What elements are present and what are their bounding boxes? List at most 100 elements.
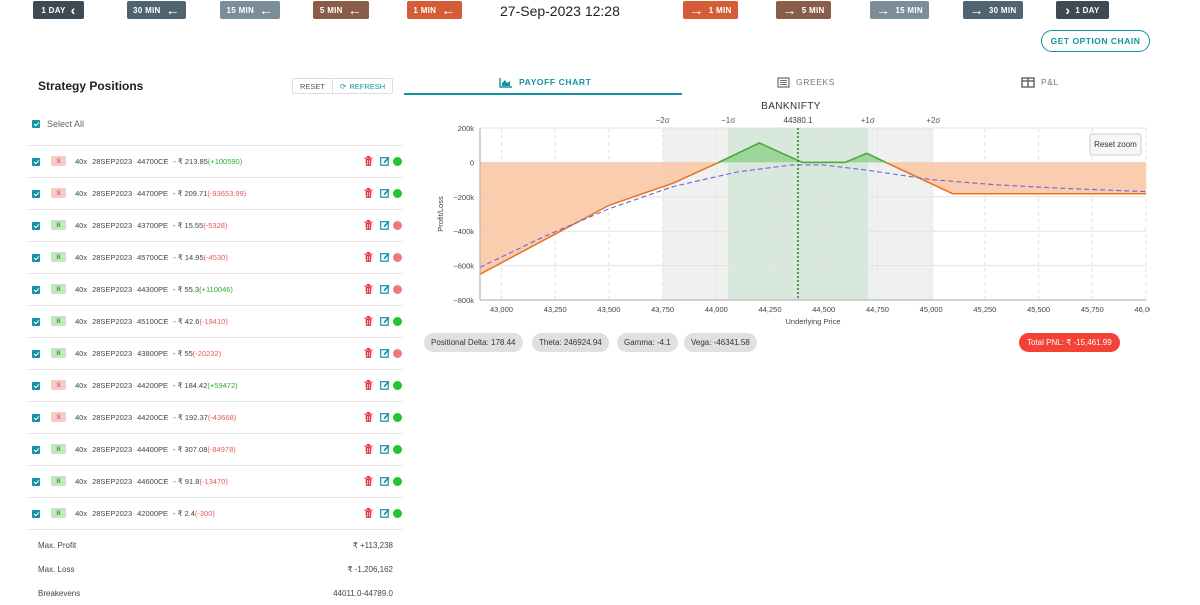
position-checkbox[interactable] (32, 158, 40, 166)
position-details: 40x 28SEP2023 44400PE - ₹ 307.08(-84978) (75, 445, 236, 454)
status-dot-icon[interactable] (393, 445, 402, 454)
position-row[interactable]: B 40x 28SEP2023 42000PE - ₹ 2.4(-300) (28, 498, 403, 530)
position-row[interactable]: B 40x 28SEP2023 45100CE - ₹ 42.6(-19410) (28, 306, 403, 338)
edit-icon[interactable] (380, 380, 390, 390)
x-tick-label: 44,500 (812, 305, 835, 314)
edit-icon[interactable] (380, 252, 390, 262)
trash-icon[interactable] (364, 444, 373, 454)
tab-label: GREEKS (796, 77, 836, 87)
position-row[interactable]: S 40x 28SEP2023 44200CE - ₹ 192.37(-43668) (28, 402, 403, 434)
forward-15-min-button[interactable]: → 15 MIN (870, 1, 929, 19)
status-dot-icon[interactable] (393, 381, 402, 390)
arrow-right-icon: → (689, 2, 704, 18)
position-checkbox[interactable] (32, 190, 40, 198)
refresh-button[interactable]: ⟳ REFRESH (332, 79, 392, 93)
back-1-day-button[interactable]: 1 DAY ‹ (33, 1, 84, 19)
arrow-right-icon: › (1065, 2, 1071, 18)
position-qty: 40x (75, 157, 88, 166)
position-checkbox[interactable] (32, 446, 40, 454)
side-badge: S (51, 380, 66, 390)
x-tick-label: 43,000 (490, 305, 513, 314)
tab-greeks[interactable]: GREEKS (777, 70, 835, 94)
trash-icon[interactable] (364, 316, 373, 326)
tab-pnl[interactable]: P&L (1021, 70, 1059, 94)
position-row[interactable]: B 40x 28SEP2023 43800PE - ₹ 55(-20232) (28, 338, 403, 370)
back-1-min-button[interactable]: 1 MIN ← (407, 1, 462, 19)
status-dot-icon[interactable] (393, 157, 402, 166)
edit-icon[interactable] (380, 188, 390, 198)
tab-payoff-chart[interactable]: PAYOFF CHART (499, 70, 591, 94)
position-checkbox[interactable] (32, 222, 40, 230)
trash-icon[interactable] (364, 508, 373, 518)
trash-icon[interactable] (364, 380, 373, 390)
position-price: - ₹ 213.85 (173, 157, 208, 166)
get-option-chain-button[interactable]: GET OPTION CHAIN (1041, 30, 1150, 52)
position-row[interactable]: B 40x 28SEP2023 44600CE - ₹ 91.8(-13470) (28, 466, 403, 498)
back-5-min-button[interactable]: 5 MIN ← (313, 1, 369, 19)
position-checkbox[interactable] (32, 286, 40, 294)
edit-icon[interactable] (380, 348, 390, 358)
select-all-checkbox[interactable]: Select All (32, 119, 84, 129)
back-30-min-button[interactable]: 30 MIN ← (127, 1, 186, 19)
trash-icon[interactable] (364, 220, 373, 230)
sigma-label: −1σ (721, 116, 735, 125)
x-tick-label: 43,250 (544, 305, 567, 314)
position-qty: 40x (75, 285, 88, 294)
forward-5-min-button[interactable]: → 5 MIN (776, 1, 831, 19)
nav-label: 1 DAY (1075, 5, 1100, 15)
x-axis-label: Underlying Price (785, 317, 840, 326)
status-dot-icon[interactable] (393, 349, 402, 358)
trash-icon[interactable] (364, 284, 373, 294)
position-qty: 40x (75, 253, 88, 262)
status-dot-icon[interactable] (393, 285, 402, 294)
edit-icon[interactable] (380, 476, 390, 486)
trash-icon[interactable] (364, 348, 373, 358)
edit-icon[interactable] (380, 412, 390, 422)
trash-icon[interactable] (364, 476, 373, 486)
y-axis-label: Profit/Loss (436, 196, 445, 232)
position-row[interactable]: B 40x 28SEP2023 45700CE - ₹ 14.95(-4530) (28, 242, 403, 274)
trash-icon[interactable] (364, 252, 373, 262)
summary-value: ₹ +113,238 (352, 541, 393, 550)
position-checkbox[interactable] (32, 350, 40, 358)
position-row[interactable]: B 40x 28SEP2023 43700PE - ₹ 15.55(-5328) (28, 210, 403, 242)
position-checkbox[interactable] (32, 318, 40, 326)
position-instrument: 45700CE (137, 253, 169, 262)
forward-1-min-button[interactable]: → 1 MIN (683, 1, 738, 19)
position-row[interactable]: B 40x 28SEP2023 44300PE - ₹ 55.3(+110046) (28, 274, 403, 306)
edit-icon[interactable] (380, 444, 390, 454)
edit-icon[interactable] (380, 156, 390, 166)
forward-30-min-button[interactable]: → 30 MIN (963, 1, 1023, 19)
position-checkbox[interactable] (32, 510, 40, 518)
trash-icon[interactable] (364, 156, 373, 166)
edit-icon[interactable] (380, 316, 390, 326)
edit-icon[interactable] (380, 220, 390, 230)
position-checkbox[interactable] (32, 382, 40, 390)
position-checkbox[interactable] (32, 414, 40, 422)
position-qty: 40x (75, 509, 88, 518)
position-row[interactable]: S 40x 28SEP2023 44200PE - ₹ 184.42(+59472) (28, 370, 403, 402)
position-instrument: 45100CE (137, 317, 169, 326)
position-row[interactable]: S 40x 28SEP2023 44700CE - ₹ 213.85(+100590) (28, 146, 403, 178)
trash-icon[interactable] (364, 412, 373, 422)
status-dot-icon[interactable] (393, 477, 402, 486)
position-checkbox[interactable] (32, 254, 40, 262)
forward-1-day-button[interactable]: › 1 DAY (1056, 1, 1109, 19)
status-dot-icon[interactable] (393, 189, 402, 198)
status-dot-icon[interactable] (393, 509, 402, 518)
position-expiry: 28SEP2023 (92, 189, 133, 198)
status-dot-icon[interactable] (393, 221, 402, 230)
back-15-min-button[interactable]: 15 MIN ← (220, 1, 280, 19)
position-row[interactable]: S 40x 28SEP2023 44700PE - ₹ 209.71(-93653.99… (28, 178, 403, 210)
spot-price-label: 44380.1 (784, 116, 813, 125)
status-dot-icon[interactable] (393, 253, 402, 262)
edit-icon[interactable] (380, 508, 390, 518)
trash-icon[interactable] (364, 188, 373, 198)
status-dot-icon[interactable] (393, 317, 402, 326)
reset-button[interactable]: RESET (293, 79, 332, 93)
status-dot-icon[interactable] (393, 413, 402, 422)
edit-icon[interactable] (380, 284, 390, 294)
position-row[interactable]: B 40x 28SEP2023 44400PE - ₹ 307.08(-84978) (28, 434, 403, 466)
position-checkbox[interactable] (32, 478, 40, 486)
payoff-chart[interactable]: 44380.1 −2σ −1σ +1σ +2σ 200k 0 −200k −400k −600k −… (420, 113, 1150, 328)
